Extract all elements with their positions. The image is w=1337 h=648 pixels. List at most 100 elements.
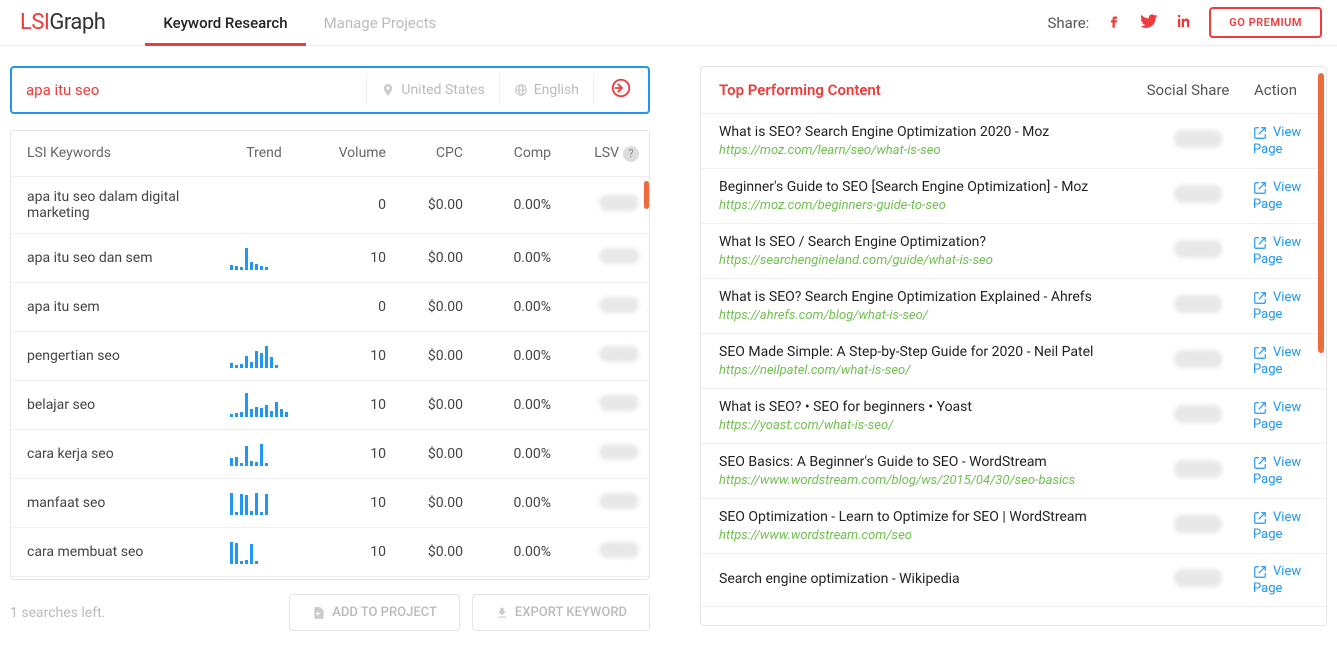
pin-icon — [381, 83, 395, 97]
cell-trend — [220, 331, 308, 380]
content-row-title[interactable]: What is SEO? Search Engine Optimization … — [719, 124, 1143, 140]
external-link-icon — [1253, 401, 1267, 415]
content-row-share — [1143, 130, 1253, 152]
country-selector[interactable]: United States — [367, 82, 498, 98]
table-row[interactable]: belajar seo10$0.000.00% — [11, 380, 649, 429]
table-row[interactable]: apa itu seo dalam digital marketing0$0.0… — [11, 176, 649, 233]
table-row[interactable]: cara membuat seo10$0.000.00% — [11, 527, 649, 576]
content-row-share — [1143, 185, 1253, 207]
content-row-title[interactable]: What is SEO? • SEO for beginners • Yoast — [719, 399, 1143, 415]
view-page-link[interactable]: ViewPage — [1253, 400, 1308, 432]
nav-tabs: Keyword Research Manage Projects — [145, 0, 454, 46]
cell-comp: 0.00% — [473, 331, 561, 380]
linkedin-icon[interactable] — [1175, 12, 1193, 34]
cell-trend — [220, 233, 308, 282]
view-page-link[interactable]: ViewPage — [1253, 290, 1308, 322]
share-label: Share: — [1047, 14, 1089, 32]
help-icon[interactable]: ? — [623, 146, 639, 162]
twitter-icon[interactable] — [1139, 11, 1159, 35]
content-row-share — [1143, 460, 1253, 482]
view-page-link[interactable]: ViewPage — [1253, 180, 1308, 212]
view-page-link[interactable]: ViewPage — [1253, 235, 1308, 267]
search-submit-button[interactable] — [594, 77, 648, 103]
content-row-share — [1143, 240, 1253, 262]
col-social-share: Social Share — [1133, 81, 1243, 99]
table-row[interactable]: cara kerja seo10$0.000.00% — [11, 429, 649, 478]
col-cpc[interactable]: CPC — [396, 131, 473, 176]
cell-lsv — [561, 233, 649, 282]
content-row-share — [1143, 405, 1253, 427]
facebook-icon[interactable] — [1105, 12, 1123, 34]
export-keyword-button[interactable]: EXPORT KEYWORD — [472, 594, 650, 631]
cell-cpc: $0.00 — [396, 282, 473, 331]
table-row[interactable]: pengertian seo10$0.000.00% — [11, 331, 649, 380]
cell-trend — [220, 527, 308, 576]
col-volume[interactable]: Volume — [308, 131, 396, 176]
external-link-icon — [1253, 565, 1267, 579]
cell-cpc: $0.00 — [396, 176, 473, 233]
cell-lsv — [561, 478, 649, 527]
table-row[interactable]: what is seo22,200$7.4215.21% — [11, 576, 649, 580]
view-page-link[interactable]: ViewPage — [1253, 455, 1308, 487]
scrollbar-accent[interactable] — [1318, 73, 1324, 353]
table-row[interactable]: apa itu seo dan sem10$0.000.00% — [11, 233, 649, 282]
table-row[interactable]: manfaat seo10$0.000.00% — [11, 478, 649, 527]
content-row-url[interactable]: https://searchengineland.com/guide/what-… — [719, 253, 1143, 268]
content-row-title[interactable]: Search engine optimization - Wikipedia — [719, 571, 1143, 587]
search-input[interactable] — [12, 81, 366, 99]
tab-keyword-research[interactable]: Keyword Research — [145, 0, 305, 46]
table-row[interactable]: apa itu sem0$0.000.00% — [11, 282, 649, 331]
cell-trend — [220, 380, 308, 429]
content-header: Top Performing Content Social Share Acti… — [701, 67, 1326, 114]
header: LSIGraph Keyword Research Manage Project… — [0, 0, 1337, 46]
cell-lsv — [561, 527, 649, 576]
cell-volume: 10 — [308, 478, 396, 527]
cell-comp: 0.00% — [473, 429, 561, 478]
cell-cpc: $0.00 — [396, 527, 473, 576]
col-lsv[interactable]: LSV? — [561, 131, 649, 176]
content-row-url[interactable]: https://yoast.com/what-is-seo/ — [719, 418, 1143, 433]
content-row-title[interactable]: SEO Optimization - Learn to Optimize for… — [719, 509, 1143, 525]
cell-comp: 0.00% — [473, 176, 561, 233]
content-row-title[interactable]: SEO Made Simple: A Step-by-Step Guide fo… — [719, 344, 1143, 360]
external-link-icon — [1253, 511, 1267, 525]
content-row-title[interactable]: Beginner's Guide to SEO [Search Engine O… — [719, 179, 1143, 195]
view-page-link[interactable]: ViewPage — [1253, 345, 1308, 377]
tab-manage-projects[interactable]: Manage Projects — [306, 0, 455, 46]
external-link-icon — [1253, 291, 1267, 305]
logo[interactable]: LSIGraph — [20, 10, 105, 35]
add-to-project-button[interactable]: ADD TO PROJECT — [289, 594, 460, 631]
cell-keyword: apa itu seo dan sem — [11, 233, 220, 282]
language-selector[interactable]: English — [500, 82, 593, 98]
content-row-url[interactable]: https://neilpatel.com/what-is-seo/ — [719, 363, 1143, 378]
view-page-link[interactable]: ViewPage — [1253, 125, 1308, 157]
col-comp[interactable]: Comp — [473, 131, 561, 176]
col-keywords[interactable]: LSI Keywords — [11, 131, 220, 176]
content-row: SEO Optimization - Learn to Optimize for… — [701, 499, 1326, 554]
cell-keyword: what is seo — [11, 576, 220, 580]
content-row-title[interactable]: What Is SEO / Search Engine Optimization… — [719, 234, 1143, 250]
country-label: United States — [401, 82, 484, 98]
content-row-url[interactable]: https://www.wordstream.com/seo — [719, 528, 1143, 543]
content-row-title[interactable]: SEO Basics: A Beginner's Guide to SEO - … — [719, 454, 1143, 470]
view-page-link[interactable]: ViewPage — [1253, 510, 1308, 542]
enter-icon — [610, 77, 632, 99]
content-row-url[interactable]: https://www.wordstream.com/blog/ws/2015/… — [719, 473, 1143, 488]
view-page-link[interactable]: ViewPage — [1253, 564, 1308, 596]
content-row-url[interactable]: https://ahrefs.com/blog/what-is-seo/ — [719, 308, 1143, 323]
scrollbar-accent[interactable] — [644, 181, 649, 209]
content-row-url[interactable]: https://moz.com/learn/seo/what-is-seo — [719, 143, 1143, 158]
content-row: What Is SEO / Search Engine Optimization… — [701, 224, 1326, 279]
col-trend[interactable]: Trend — [220, 131, 308, 176]
cell-keyword: cara membuat seo — [11, 527, 220, 576]
keywords-table: LSI Keywords Trend Volume CPC Comp LSV? … — [11, 131, 649, 580]
cell-keyword: pengertian seo — [11, 331, 220, 380]
go-premium-button[interactable]: GO PREMIUM — [1209, 7, 1322, 38]
content-row-share — [1143, 295, 1253, 317]
cell-keyword: apa itu seo dalam digital marketing — [11, 176, 220, 233]
cell-volume: 0 — [308, 282, 396, 331]
content-row-title[interactable]: What is SEO? Search Engine Optimization … — [719, 289, 1143, 305]
content-row: SEO Basics: A Beginner's Guide to SEO - … — [701, 444, 1326, 499]
content-row-url[interactable]: https://moz.com/beginners-guide-to-seo — [719, 198, 1143, 213]
add-to-project-label: ADD TO PROJECT — [332, 605, 437, 620]
